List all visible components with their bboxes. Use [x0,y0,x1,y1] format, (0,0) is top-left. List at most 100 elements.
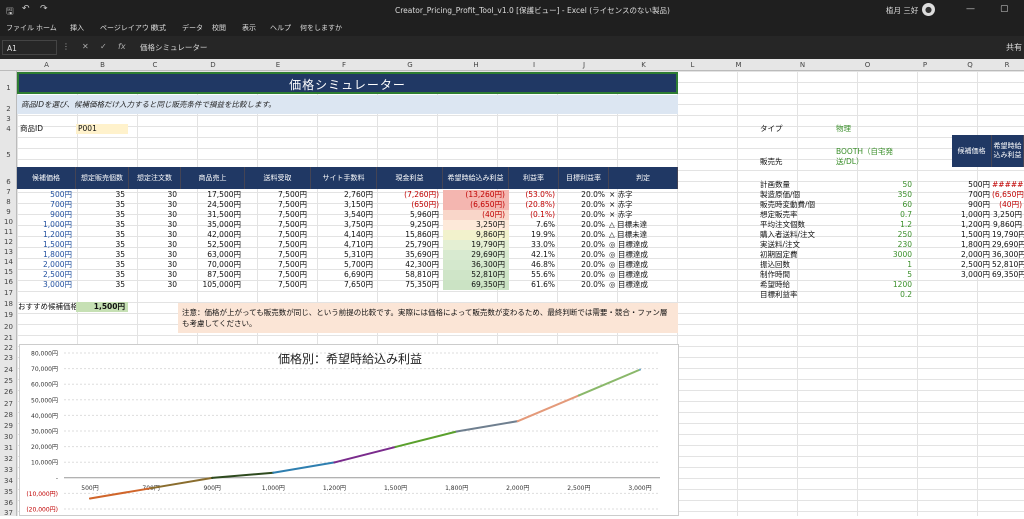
price-input[interactable]: 2,000円 [17,260,76,270]
column-header[interactable]: M [707,61,770,69]
row-header[interactable]: 28 [0,411,17,419]
row-header[interactable]: 26 [0,388,17,396]
price-input[interactable]: 1,000円 [17,220,76,230]
row-header[interactable]: 20 [0,323,17,331]
row-header[interactable]: 17 [0,289,17,297]
ribbon-tab[interactable]: 表示 [242,23,256,33]
tell-me-search[interactable]: 何をしますか [300,23,342,33]
profit-chart[interactable]: 価格別：希望時給込み利益 80,000円 70,000円 60,000円 50,000… [19,344,679,516]
row-header[interactable]: 15 [0,268,17,276]
ribbon-tab[interactable]: ファイル [6,23,34,33]
row-header[interactable]: 32 [0,455,17,463]
price-input[interactable]: 2,500円 [17,270,76,280]
product-id-input[interactable]: P001 [76,124,128,134]
ribbon-tab[interactable]: ホーム [36,23,57,33]
more-icon[interactable]: ⋮ [62,42,70,51]
share-button[interactable]: 共有 [1006,42,1022,53]
price-input[interactable]: 3,000円 [17,280,76,290]
row-header[interactable]: 18 [0,300,17,308]
param-value[interactable]: 1.2 [836,220,912,230]
param-value[interactable]: 350 [836,190,912,200]
row-header[interactable]: 27 [0,400,17,408]
column-header[interactable]: E [245,61,311,69]
ribbon-tab[interactable]: 数式 [152,23,166,33]
row-header[interactable]: 36 [0,499,17,507]
column-header[interactable]: G [377,61,443,69]
row-header[interactable]: 2 [0,105,17,113]
type-value[interactable]: 物理 [836,124,851,134]
column-header[interactable]: D [181,61,245,69]
row-header[interactable]: 13 [0,248,17,256]
confirm-icon[interactable]: ✓ [100,42,107,51]
column-header[interactable]: N [770,61,835,69]
price-input[interactable]: 700円 [17,200,76,210]
avatar[interactable]: ● [922,3,935,16]
column-header[interactable]: P [900,61,950,69]
price-input[interactable]: 1,500円 [17,240,76,250]
row-header[interactable]: 1 [0,84,17,92]
column-header[interactable]: B [76,61,129,69]
param-value[interactable]: 1200 [836,280,912,290]
row-header[interactable]: 12 [0,238,17,246]
formula-input[interactable]: 価格シミュレーター [140,42,207,53]
row-header[interactable]: 21 [0,334,17,342]
row-header[interactable]: 30 [0,433,17,441]
column-header[interactable]: L [678,61,707,69]
param-value[interactable]: 230 [836,240,912,250]
row-header[interactable]: 3 [0,115,17,123]
ribbon-tab[interactable]: 校閲 [212,23,226,33]
row-header[interactable]: 29 [0,422,17,430]
column-header[interactable]: Q [950,61,990,69]
ribbon-tab[interactable]: 挿入 [70,23,84,33]
row-header[interactable]: 24 [0,366,17,374]
param-value[interactable]: 50 [836,180,912,190]
row-header[interactable]: 33 [0,466,17,474]
param-value[interactable]: 0.2 [836,290,912,300]
column-header[interactable]: F [311,61,377,69]
row-header[interactable]: 23 [0,354,17,362]
page-title[interactable]: 価格シミュレーター [17,72,678,94]
ribbon-tab[interactable]: ページレイアウト [100,23,156,33]
param-value[interactable]: 1 [836,260,912,270]
row-header[interactable]: 10 [0,218,17,226]
column-header[interactable]: J [559,61,609,69]
name-box[interactable]: A1 [2,40,57,55]
row-header[interactable]: 19 [0,311,17,319]
column-header[interactable]: O [835,61,900,69]
channel-value[interactable]: BOOTH（自宅発送/DL） [836,147,912,167]
row-header[interactable]: 16 [0,278,17,286]
column-header[interactable]: I [509,61,559,69]
price-input[interactable]: 1,200円 [17,230,76,240]
row-header[interactable]: 35 [0,488,17,496]
restore-icon[interactable]: ▢ [1000,4,1009,14]
row-header[interactable]: 8 [0,198,17,206]
redo-icon[interactable]: ↷ [40,4,48,14]
row-header[interactable]: 14 [0,258,17,266]
column-header[interactable]: H [443,61,509,69]
column-header[interactable]: C [129,61,181,69]
row-header[interactable]: 31 [0,444,17,452]
row-header[interactable]: 11 [0,228,17,236]
param-value[interactable]: 3000 [836,250,912,260]
function-icon[interactable]: fx [118,42,126,51]
param-value[interactable]: 0.7 [836,210,912,220]
param-value[interactable]: 60 [836,200,912,210]
param-value[interactable]: 250 [836,230,912,240]
row-header[interactable]: 22 [0,344,17,352]
row-header[interactable]: 9 [0,208,17,216]
row-header[interactable]: 34 [0,477,17,485]
column-header[interactable]: R [990,61,1024,69]
undo-icon[interactable]: ↶ [22,4,30,14]
price-input[interactable]: 500円 [17,190,76,200]
row-header[interactable]: 7 [0,188,17,196]
row-header[interactable]: 25 [0,377,17,385]
ribbon-tab[interactable]: データ [182,23,203,33]
save-icon[interactable]: 🖫 [6,4,14,20]
column-header[interactable]: A [17,61,76,69]
row-header[interactable]: 6 [0,178,17,186]
price-input[interactable]: 1,800円 [17,250,76,260]
ribbon-tab[interactable]: ヘルプ [270,23,291,33]
minimize-icon[interactable]: — [966,4,975,14]
column-header[interactable]: K [609,61,678,69]
row-header[interactable]: 5 [0,151,17,159]
